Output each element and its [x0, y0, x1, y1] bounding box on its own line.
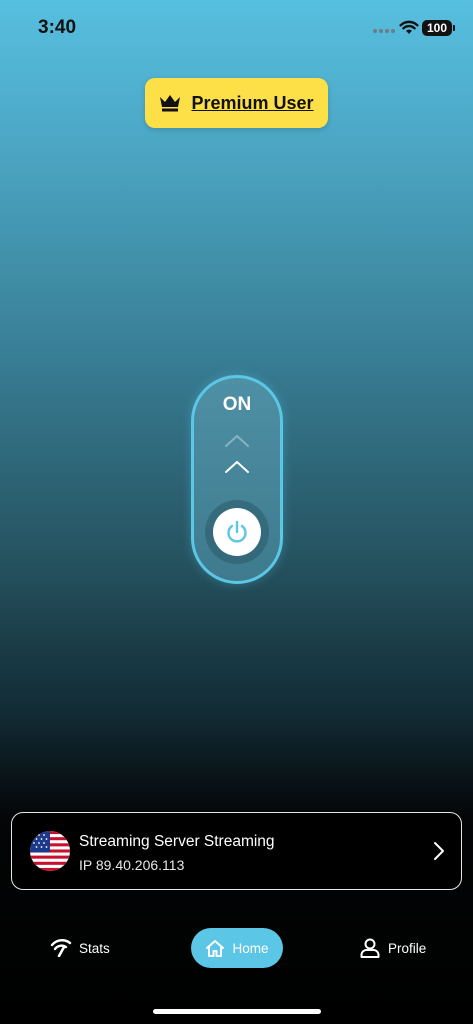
premium-user-button[interactable]: Premium User: [145, 78, 328, 128]
chevron-right-icon: [434, 842, 444, 860]
status-bar: 3:40 100: [0, 0, 473, 56]
home-icon: [206, 939, 225, 957]
us-flag-icon: [30, 831, 70, 871]
tab-stats-label: Stats: [79, 940, 110, 956]
home-indicator: [153, 1009, 321, 1014]
signal-icon: [373, 29, 395, 33]
vpn-toggle[interactable]: ON: [191, 375, 283, 584]
chevron-up-icon: [225, 461, 249, 473]
status-time: 3:40: [38, 17, 77, 38]
premium-user-label: Premium User: [191, 92, 314, 113]
tab-home-label: Home: [232, 940, 269, 956]
vpn-state-label: ON: [222, 394, 252, 415]
power-button[interactable]: [213, 508, 261, 556]
tab-profile[interactable]: Profile: [359, 928, 426, 968]
server-name: Streaming Server Streaming: [79, 833, 275, 850]
crown-icon: [160, 95, 181, 112]
power-icon: [227, 520, 247, 543]
profile-icon: [360, 938, 380, 958]
server-selector[interactable]: Streaming Server Streaming IP 89.40.206.…: [11, 812, 462, 890]
wifi-icon: [399, 20, 419, 34]
chevron-up-icon: [225, 435, 249, 447]
battery-cap: [453, 25, 455, 31]
tab-stats[interactable]: Stats: [50, 928, 110, 968]
battery-indicator: 100: [422, 20, 452, 36]
tab-profile-label: Profile: [388, 940, 427, 956]
tab-home[interactable]: Home: [191, 928, 283, 968]
power-button-ring: [205, 500, 269, 564]
stats-icon: [50, 939, 72, 957]
server-ip: IP 89.40.206.113: [79, 857, 185, 873]
